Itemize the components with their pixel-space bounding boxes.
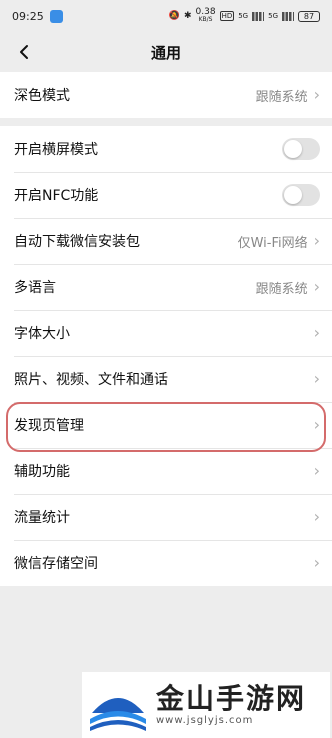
watermark: 金山手游网 www.jsglyjs.com [82,672,330,738]
auto-download-label: 自动下载微信安装包 [14,234,140,250]
signal-5g-icon-2: 5G [268,12,278,20]
chevron-right-icon: › [313,277,320,296]
mute-icon: 🔕 [168,11,180,21]
nfc-toggle[interactable] [282,184,320,206]
watermark-logo-icon [90,698,146,731]
language-label: 多语言 [14,280,56,296]
landscape-mode-label: 开启横屏模式 [14,142,98,158]
settings-group-display: 深色模式 跟随系统 › [0,72,332,118]
chevron-right-icon: › [313,461,320,480]
signal-bars-icon-2 [282,11,294,21]
watermark-title: 金山手游网 [156,682,307,716]
media-label: 照片、视频、文件和通话 [14,372,168,388]
media-row[interactable]: 照片、视频、文件和通话 › [0,356,332,402]
storage-row[interactable]: 微信存储空间 › [0,540,332,586]
accessibility-label: 辅助功能 [14,464,70,480]
storage-label: 微信存储空间 [14,556,98,572]
data-usage-row[interactable]: 流量统计 › [0,494,332,540]
back-button[interactable] [12,40,36,64]
toggle-knob [284,140,302,158]
nfc-label: 开启NFC功能 [14,188,99,204]
network-speed: 0.38 KB/S [195,7,216,24]
page-title: 通用 [150,43,181,62]
settings-group-main: 开启横屏模式 开启NFC功能 自动下载微信安装包 仅Wi-Fi网络 › 多语言 … [0,126,332,586]
auto-download-value: 仅Wi-Fi网络 [237,235,308,251]
language-row[interactable]: 多语言 跟随系统 › [0,264,332,310]
hd-badge: HD [219,11,235,21]
dark-mode-label: 深色模式 [14,88,70,104]
bluetooth-icon: ✱ [183,11,192,21]
signal-bars-icon [252,11,265,21]
battery-icon: 87 [298,10,320,22]
dark-mode-row[interactable]: 深色模式 跟随系统 › [0,72,332,118]
font-size-row[interactable]: 字体大小 › [0,310,332,356]
data-usage-label: 流量统计 [14,510,70,526]
status-bar: 09:25 🔕 ✱ 0.38 KB/S HD 5G 5G 87 [0,0,332,32]
dark-mode-value: 跟随系统 [255,89,308,105]
accessibility-row[interactable]: 辅助功能 › [0,448,332,494]
navigation-bar: 通用 [0,32,332,72]
chevron-right-icon: › [313,231,320,250]
chevron-left-icon [20,45,28,59]
chevron-right-icon: › [313,415,320,434]
chevron-right-icon: › [313,85,320,104]
chevron-right-icon: › [313,553,320,572]
nfc-row: 开启NFC功能 [0,172,332,218]
font-size-label: 字体大小 [14,326,70,342]
app-notification-icon [49,9,63,23]
language-value: 跟随系统 [255,281,308,297]
discover-manage-label: 发现页管理 [14,418,84,434]
auto-download-row[interactable]: 自动下载微信安装包 仅Wi-Fi网络 › [0,218,332,264]
discover-manage-row[interactable]: 发现页管理 › [0,402,332,448]
chevron-right-icon: › [313,369,320,388]
watermark-url: www.jsglyjs.com [156,714,254,726]
landscape-mode-toggle[interactable] [282,138,320,160]
signal-5g-icon: 5G [238,12,249,20]
chevron-right-icon: › [313,323,320,342]
chevron-right-icon: › [313,507,320,526]
toggle-knob [284,186,302,204]
status-time: 09:25 [12,9,44,23]
landscape-mode-row: 开启横屏模式 [0,126,332,172]
